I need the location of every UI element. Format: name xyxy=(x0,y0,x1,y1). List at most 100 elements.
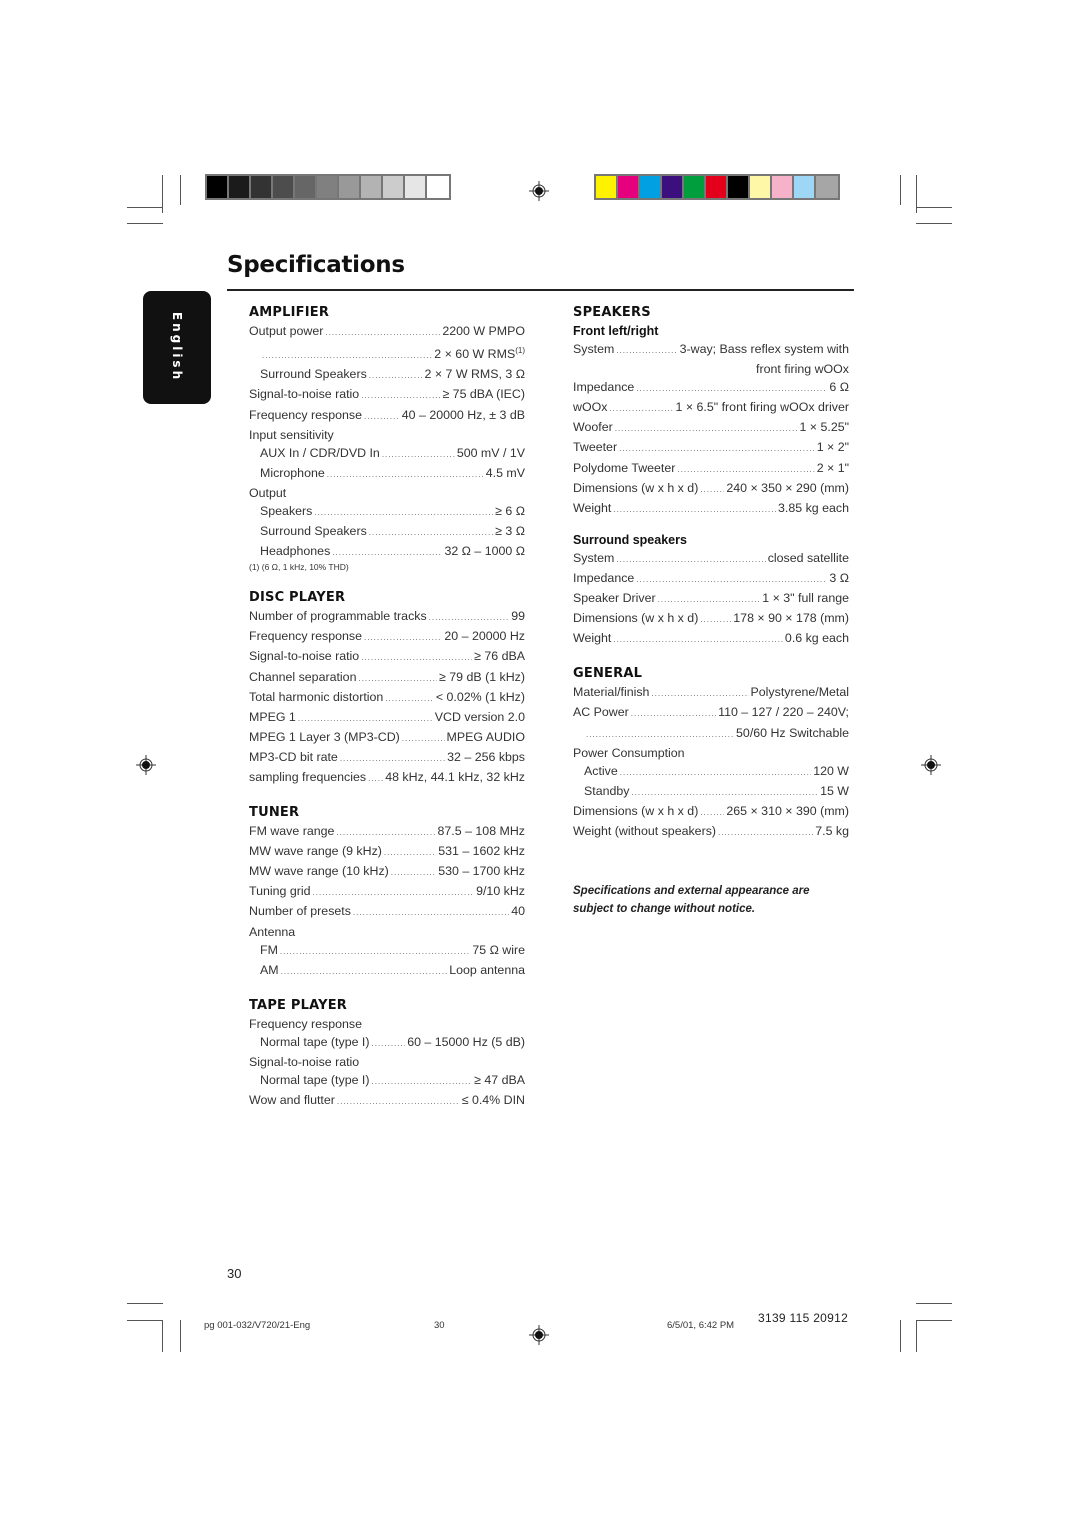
spec-value: 0.6 kg each xyxy=(784,631,849,646)
spec-value: ≥ 79 dB (1 kHz) xyxy=(439,669,525,684)
spec-value: 1 × 6.5" front firing wOOx driver xyxy=(675,400,849,415)
spec-label: MPEG 1 Layer 3 (MP3-CD) xyxy=(249,729,400,744)
spec-label: System xyxy=(573,342,615,356)
spec-label: Frequency response xyxy=(249,629,362,644)
spec-label: Microphone xyxy=(260,465,325,480)
spec-value: 7.5 kg xyxy=(815,823,849,838)
spec-group-label: Power Consumption xyxy=(573,745,685,760)
spec-group-label: Signal-to-noise ratio xyxy=(249,1055,360,1070)
spec-row: 2 × 60 W RMS(1) xyxy=(249,342,525,365)
spec-label: Tuning grid xyxy=(249,884,311,899)
spec-label: MPEG 1 xyxy=(249,709,296,724)
crop-mark xyxy=(127,1320,163,1321)
spec-label: Standby xyxy=(584,783,630,798)
tape-player-section: TAPE PLAYER Frequency response Normal ta… xyxy=(249,997,525,1111)
spec-group-label: Antenna xyxy=(249,924,296,939)
spec-value: 1 × 2" xyxy=(816,440,849,455)
crop-mark xyxy=(127,207,163,208)
speakers-section: SPEAKERS Front left/right System 3-way; B… xyxy=(573,304,849,649)
spec-value: ≤ 0.4% DIN xyxy=(461,1093,525,1108)
spec-value: 530 – 1700 kHz xyxy=(438,864,525,879)
spec-row: Output power 2200 W PMPO xyxy=(249,322,525,342)
spec-label: Speaker Driver xyxy=(573,591,656,606)
footer-page: 30 xyxy=(434,1320,445,1331)
spec-row: Headphones 32 Ω – 1000 Ω xyxy=(249,542,525,562)
crop-mark xyxy=(916,1320,952,1321)
spec-row: MW wave range (10 kHz) 530 – 1700 kHz xyxy=(249,862,525,882)
crop-mark xyxy=(916,1303,952,1304)
spec-label: Total harmonic distortion xyxy=(249,689,384,704)
spec-value: 265 × 310 × 390 (mm) xyxy=(726,803,849,818)
color-swatch xyxy=(772,176,794,198)
spec-label: Active xyxy=(584,763,618,778)
tuner-section: TUNER FM wave range 87.5 – 108 MHz MW wav… xyxy=(249,804,525,981)
color-swatch xyxy=(317,176,339,198)
spec-value: 48 kHz, 44.1 kHz, 32 kHz xyxy=(385,770,525,784)
spec-row: FM wave range 87.5 – 108 MHz xyxy=(249,822,525,842)
spec-label: Wow and flutter xyxy=(249,1093,335,1108)
spec-label: AC Power xyxy=(573,705,629,720)
spec-value: 20 – 20000 Hz xyxy=(444,629,525,644)
spec-value: closed satellite xyxy=(767,550,849,565)
spec-value: 40 – 20000 Hz, ± 3 dB xyxy=(401,407,525,422)
spec-row: Impedance 3 Ω xyxy=(573,569,849,589)
spec-value: 1 × 5.25" xyxy=(799,420,849,435)
color-swatch xyxy=(405,176,427,198)
crop-mark xyxy=(180,1320,181,1352)
spec-label: sampling frequencies xyxy=(249,770,367,784)
spec-row: Normal tape (type I) ≥ 47 dBA xyxy=(249,1071,525,1091)
section-title: SPEAKERS xyxy=(573,305,651,320)
spec-label: Tweeter xyxy=(573,440,618,455)
spec-value: 1 × 3" full range xyxy=(762,591,849,606)
spec-row: Weight (without speakers) 7.5 kg xyxy=(573,822,849,842)
color-swatch xyxy=(618,176,640,198)
spec-value: 240 × 350 × 290 (mm) xyxy=(726,480,849,495)
spec-label: Channel separation xyxy=(249,669,357,684)
color-swatch xyxy=(273,176,295,198)
spec-row: Speaker Driver 1 × 3" full range xyxy=(573,589,849,609)
crop-mark xyxy=(916,207,952,208)
spec-row: MP3-CD bit rate 32 – 256 kbps xyxy=(249,748,525,768)
color-calibration-bar xyxy=(594,174,840,200)
spec-row: Number of presets 40 xyxy=(249,902,525,922)
spec-label: Number of presets xyxy=(249,904,351,919)
spec-label: Frequency response xyxy=(249,407,362,422)
spec-value: ≥ 47 dBA xyxy=(474,1073,525,1088)
spec-row: Channel separation ≥ 79 dB (1 kHz) xyxy=(249,668,525,688)
spec-row: Frequency response 40 – 20000 Hz, ± 3 dB xyxy=(249,406,525,426)
spec-value: ≥ 75 dBA (IEC) xyxy=(442,387,525,402)
amplifier-section: AMPLIFIER Output power 2200 W PMPO 2 × 60… xyxy=(249,304,525,573)
spec-group-label: Frequency response xyxy=(249,1016,362,1031)
spec-row: Wow and flutter ≤ 0.4% DIN xyxy=(249,1091,525,1111)
title-divider xyxy=(227,289,854,291)
spec-label: Headphones xyxy=(260,544,331,559)
color-swatch xyxy=(229,176,251,198)
color-swatch xyxy=(816,176,838,198)
spec-label: Weight xyxy=(573,631,612,646)
language-tab: English xyxy=(143,291,211,404)
spec-row: Dimensions (w x h x d) 265 × 310 × 390 (m… xyxy=(573,802,849,822)
spec-value: 2 × 60 W RMS(1) xyxy=(434,346,525,362)
page-number: 30 xyxy=(227,1266,242,1281)
spec-row: Total harmonic distortion < 0.02% (1 kHz) xyxy=(249,688,525,708)
spec-label: Impedance xyxy=(573,380,635,395)
crop-mark xyxy=(162,1320,163,1352)
spec-label: MW wave range (9 kHz) xyxy=(249,844,382,859)
section-title: DISC PLAYER xyxy=(249,590,346,606)
spec-label: Polydome Tweeter xyxy=(573,460,676,475)
spec-label: Dimensions (w x h x d) xyxy=(573,803,699,818)
spec-row: Weight 3.85 kg each xyxy=(573,499,849,519)
spec-value: 40 xyxy=(511,904,525,919)
spec-label: Speakers xyxy=(260,503,313,518)
crop-mark xyxy=(180,175,181,205)
spec-row: Signal-to-noise ratio ≥ 75 dBA (IEC) xyxy=(249,385,525,405)
spec-row: Impedance 6 Ω xyxy=(573,378,849,398)
spec-value: 75 Ω wire xyxy=(472,942,525,957)
spec-value: 2200 W PMPO xyxy=(442,324,525,338)
spec-label: Output power xyxy=(249,324,324,338)
color-swatch xyxy=(295,176,317,198)
spec-value: 60 – 15000 Hz (5 dB) xyxy=(407,1034,525,1049)
spec-value: Polystyrene/Metal xyxy=(750,685,849,700)
spec-label: MW wave range (10 kHz) xyxy=(249,864,389,879)
spec-group-label: Output xyxy=(249,485,287,500)
